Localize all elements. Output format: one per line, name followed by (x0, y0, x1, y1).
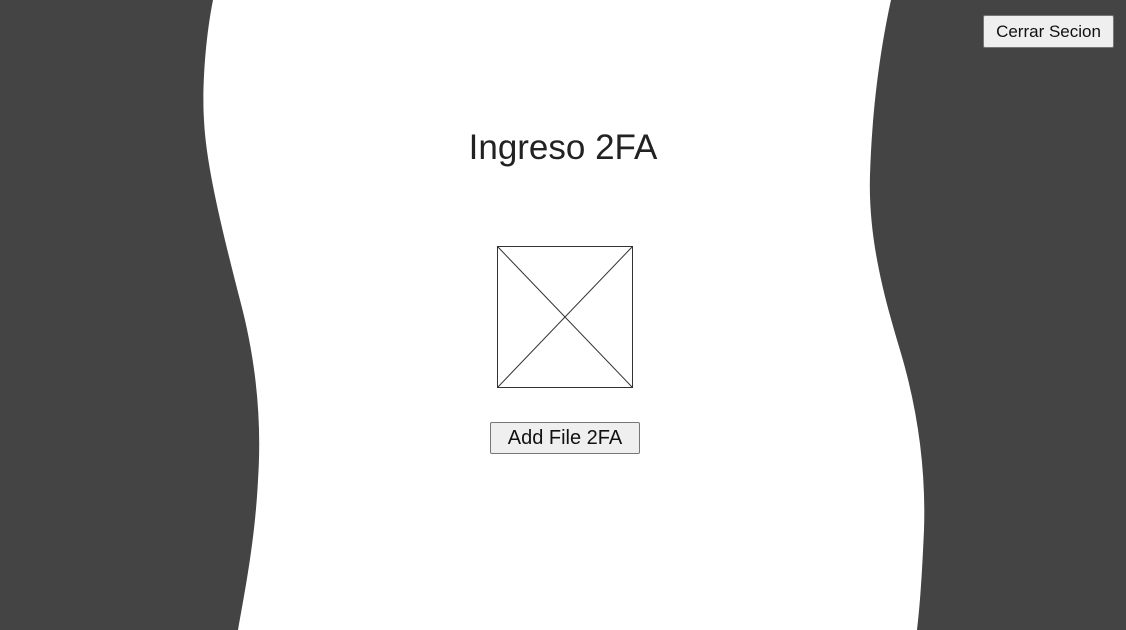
logout-button[interactable]: Cerrar Secion (983, 15, 1114, 48)
page-title: Ingreso 2FA (468, 128, 658, 167)
right-wave-shape (869, 0, 1126, 630)
add-file-2fa-button[interactable]: Add File 2FA (490, 422, 640, 454)
broken-image-placeholder-icon (497, 246, 633, 388)
left-wave-shape (0, 0, 260, 630)
page-root: Ingreso 2FA Add File 2FA Cerrar Secion (0, 0, 1126, 630)
